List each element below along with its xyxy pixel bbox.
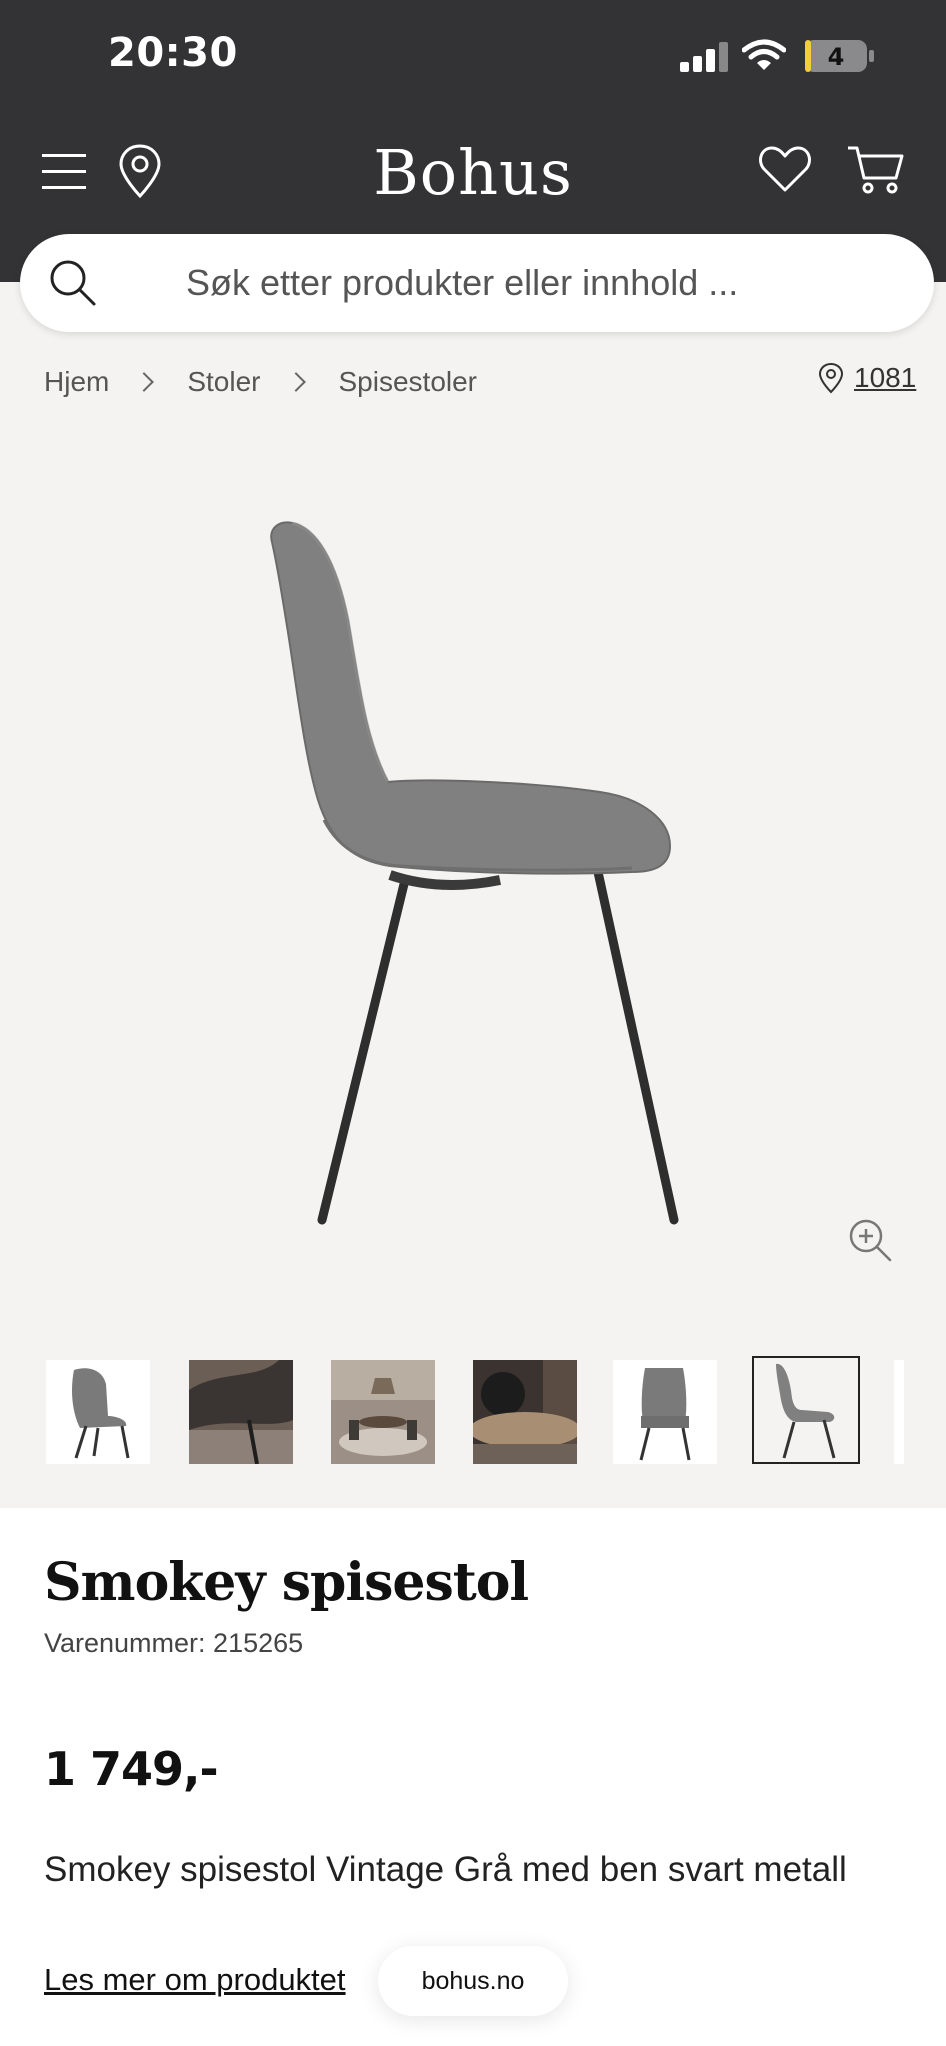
breadcrumb-home[interactable]: Hjem [44,366,109,398]
chevron-right-icon [134,372,155,392]
thumbnail-6-selected[interactable] [752,1356,860,1464]
selected-store[interactable]: 1081 [818,362,916,394]
search-icon[interactable] [48,258,98,308]
product-info: Smokey spisestol Varenummer: 215265 1 74… [0,1508,946,2046]
thumbnail-5[interactable] [613,1360,717,1464]
thumbnail-2[interactable] [189,1360,293,1464]
cellular-signal-icon [680,42,728,72]
product-description: Smokey spisestol Vintage Grå med ben sva… [44,1850,847,1889]
store-postcode-link[interactable]: 1081 [854,362,916,394]
favorites-heart-icon[interactable] [758,144,812,194]
browser-domain-pill[interactable]: bohus.no [378,1946,568,2016]
battery-level: 4 [828,43,845,71]
thumbnail-7[interactable] [894,1360,946,1464]
product-image-chair[interactable] [240,520,700,1240]
battery-icon: 4 [805,40,874,72]
search-input[interactable] [186,254,886,312]
image-gallery-thumbnails [0,1356,946,1468]
breadcrumb-chairs[interactable]: Stoler [187,366,260,398]
status-time: 20:30 [108,30,238,76]
thumbnail-1[interactable] [46,1360,150,1464]
product-sku: Varenummer: 215265 [44,1628,304,1658]
product-price: 1 749,- [44,1742,219,1796]
shopping-cart-icon[interactable] [846,142,906,196]
zoom-in-icon[interactable] [848,1218,892,1262]
product-title: Smokey spisestol [44,1552,529,1613]
status-bar: 20:30 4 [0,0,946,110]
breadcrumb: Hjem Stoler Spisestoler [44,362,477,402]
breadcrumb-dining-chairs[interactable]: Spisestoler [339,366,478,398]
wifi-icon [742,39,786,70]
thumbnail-3[interactable] [331,1360,435,1464]
read-more-link[interactable]: Les mer om produktet [44,1962,346,1998]
thumbnail-4[interactable] [473,1360,577,1464]
chevron-right-icon [285,372,306,392]
search-bar[interactable] [20,234,934,332]
location-pin-icon [818,362,844,394]
top-nav: Bohus [0,130,946,210]
